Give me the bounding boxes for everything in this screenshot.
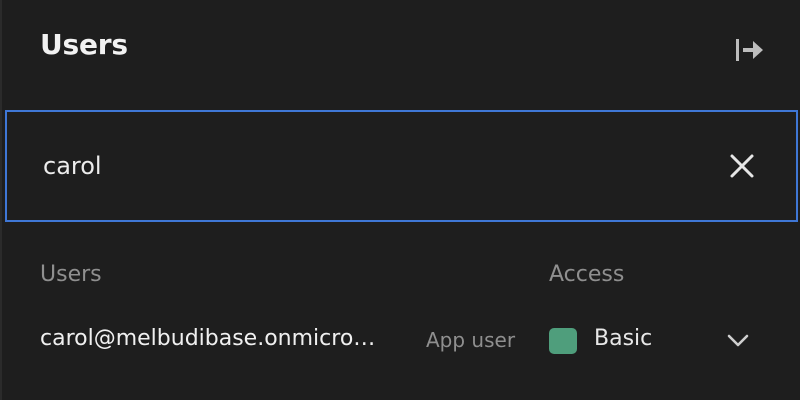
access-level-label: Basic: [594, 326, 653, 351]
user-role-label: App user: [426, 328, 516, 352]
panel-title: Users: [40, 28, 128, 61]
close-icon: [730, 154, 754, 178]
user-email: carol@melbudibase.onmicro…: [40, 326, 376, 351]
access-color-swatch: [549, 328, 577, 354]
access-dropdown-button[interactable]: [724, 328, 752, 354]
chevron-down-icon: [727, 334, 749, 347]
column-header-users: Users: [40, 262, 102, 287]
search-input[interactable]: [43, 142, 693, 190]
search-box: [5, 110, 798, 222]
collapse-panel-button[interactable]: [734, 34, 766, 66]
table-row: carol@melbudibase.onmicro… App user Basi…: [0, 312, 800, 368]
column-header-access: Access: [549, 262, 625, 287]
users-panel: Users Users Access carol@melbudibase.onm…: [0, 0, 800, 400]
clear-search-button[interactable]: [724, 148, 760, 184]
exit-panel-icon: [736, 39, 763, 61]
